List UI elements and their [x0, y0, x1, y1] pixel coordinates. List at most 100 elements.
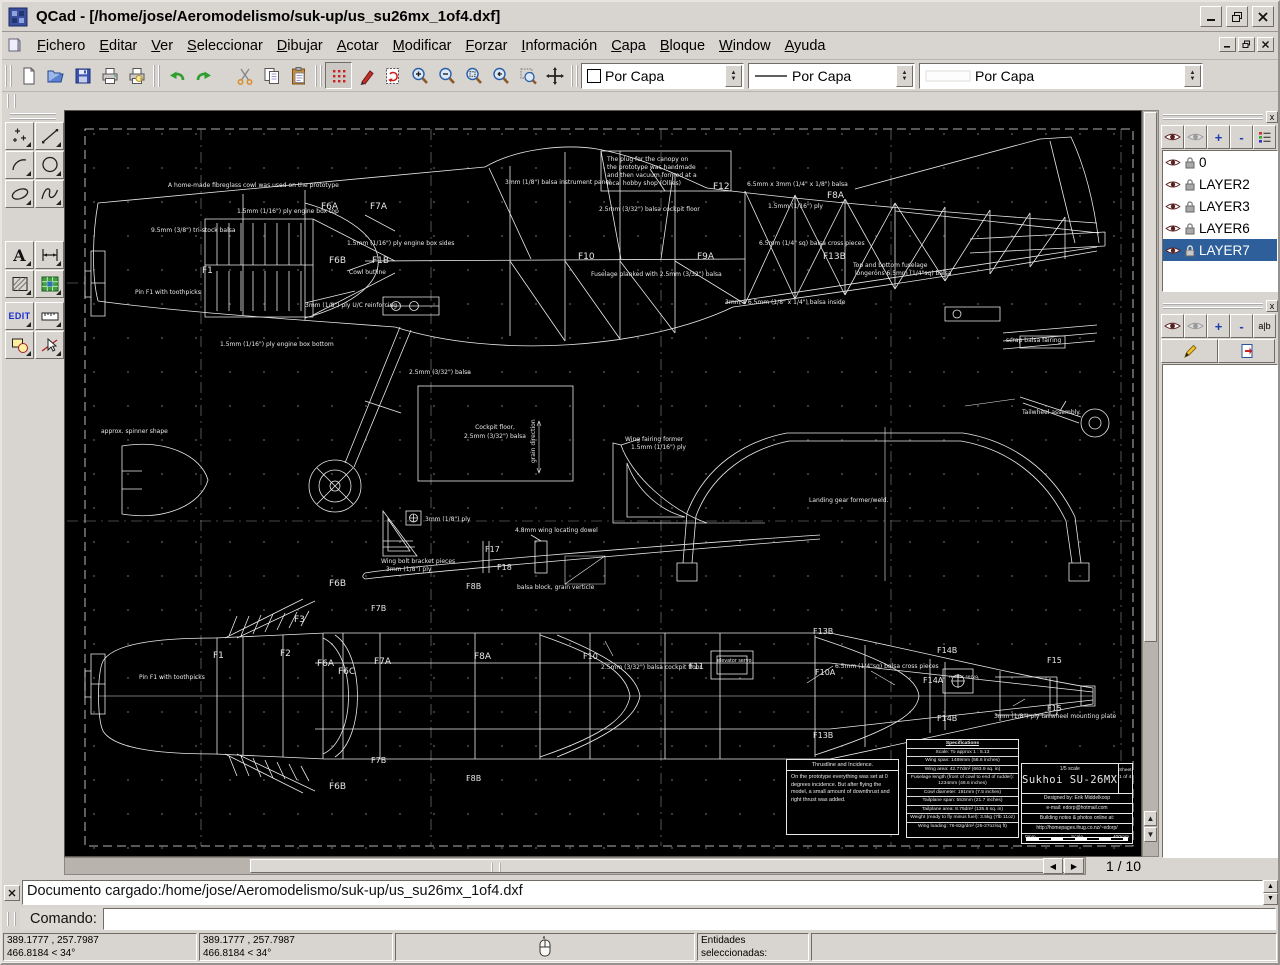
block-tool-button[interactable] [5, 331, 34, 359]
vertical-scrollbar-thumb[interactable] [1144, 112, 1157, 642]
menu-item-dibujar[interactable]: Dibujar [270, 35, 330, 57]
spline-tool-button[interactable] [35, 180, 64, 208]
linetype-combo[interactable]: Por Capa ▲▼ [748, 63, 915, 89]
mdi-minimize-button[interactable] [1219, 37, 1236, 52]
zoom-auto-button[interactable] [460, 62, 487, 89]
menu-item-acotar[interactable]: Acotar [330, 35, 386, 57]
menu-item-window[interactable]: Window [712, 35, 778, 57]
save-button[interactable] [69, 62, 96, 89]
lock-icon[interactable] [1184, 178, 1196, 191]
ellipse-tool-button[interactable] [5, 180, 34, 208]
point-tool-button[interactable] [5, 122, 34, 150]
menu-item-capa[interactable]: Capa [604, 35, 653, 57]
zoom-previous-button[interactable] [487, 62, 514, 89]
toolbar-grip[interactable] [5, 65, 12, 87]
scroll-down-button[interactable]: ▼ [1144, 827, 1157, 842]
show-all-blocks-button[interactable] [1161, 314, 1184, 338]
linetype-combo-spin[interactable]: ▲▼ [896, 65, 913, 87]
command-input[interactable] [103, 908, 1276, 930]
toolbar-grip[interactable] [571, 65, 578, 87]
menu-item-bloque[interactable]: Bloque [653, 35, 712, 57]
grid-toggle-button[interactable] [325, 62, 352, 89]
redraw-button[interactable] [379, 62, 406, 89]
pan-button[interactable] [541, 62, 568, 89]
rename-block-button[interactable]: a|b [1253, 314, 1276, 338]
layer-row-layer6[interactable]: LAYER6 [1163, 217, 1277, 239]
eye-icon[interactable] [1165, 157, 1181, 168]
select-tool-button[interactable] [35, 331, 64, 359]
lock-icon[interactable] [1184, 244, 1196, 257]
scroll-right-button[interactable]: ▶ [1064, 858, 1084, 874]
linewidth-combo[interactable]: Por Capa ▲▼ [919, 63, 1203, 89]
scroll-up-button[interactable]: ▲ [1144, 811, 1157, 826]
menu-item-modificar[interactable]: Modificar [386, 35, 459, 57]
open-file-button[interactable] [42, 62, 69, 89]
message-log[interactable]: Documento cargado:/home/jose/Aeromodelis… [22, 880, 1263, 905]
hide-all-blocks-button[interactable] [1184, 314, 1207, 338]
line-tool-button[interactable] [35, 122, 64, 150]
block-panel-header[interactable]: x [1161, 300, 1279, 313]
horizontal-scrollbar[interactable] [64, 857, 1086, 875]
add-block-button[interactable]: + [1207, 314, 1230, 338]
mdi-close-button[interactable] [1257, 37, 1274, 52]
menu-item-forzar[interactable]: Forzar [459, 35, 515, 57]
remove-layer-button[interactable]: - [1230, 125, 1253, 149]
layer-list-button[interactable] [1253, 125, 1276, 149]
zoom-window-button[interactable] [514, 62, 541, 89]
toolbar-grip[interactable] [153, 65, 160, 87]
block-list[interactable] [1162, 364, 1278, 858]
toolbar-grip[interactable] [315, 65, 322, 87]
menu-item-ayuda[interactable]: Ayuda [778, 35, 833, 57]
lock-icon[interactable] [1184, 156, 1196, 169]
message-scroll-up-button[interactable]: ▲ [1263, 880, 1278, 893]
show-all-layers-button[interactable] [1161, 125, 1184, 149]
text-tool-button[interactable]: A [5, 241, 34, 269]
menu-item-fichero[interactable]: Fichero [30, 35, 92, 57]
circle-tool-button[interactable] [35, 151, 64, 179]
layer-row-0[interactable]: 0 [1163, 151, 1277, 173]
cut-button[interactable] [231, 62, 258, 89]
eye-icon[interactable] [1165, 201, 1181, 212]
print-preview-button[interactable] [123, 62, 150, 89]
add-layer-button[interactable]: + [1207, 125, 1230, 149]
dimension-tool-button[interactable] [35, 241, 64, 269]
menu-item-editar[interactable]: Editar [92, 35, 144, 57]
undo-button[interactable] [163, 62, 190, 89]
mdi-restore-button[interactable] [1238, 37, 1255, 52]
menu-item-seleccionar[interactable]: Seleccionar [180, 35, 270, 57]
color-combo-spin[interactable]: ▲▼ [725, 65, 742, 87]
layer-row-layer7-selected[interactable]: LAYER7 [1163, 239, 1277, 261]
layer-row-layer2[interactable]: LAYER2 [1163, 173, 1277, 195]
print-button[interactable] [96, 62, 123, 89]
copy-button[interactable] [258, 62, 285, 89]
left-dock-grip[interactable] [10, 113, 56, 120]
eye-icon[interactable] [1165, 245, 1181, 256]
measure-tool-button[interactable] [35, 302, 64, 330]
hatch-tool-button[interactable] [5, 270, 34, 298]
close-button[interactable] [1252, 6, 1274, 27]
image-tool-button[interactable] [35, 270, 64, 298]
lock-icon[interactable] [1184, 200, 1196, 213]
linewidth-combo-spin[interactable]: ▲▼ [1184, 65, 1201, 87]
lock-icon[interactable] [1184, 222, 1196, 235]
edit-block-button[interactable] [1161, 339, 1218, 363]
scroll-left-button[interactable]: ◀ [1043, 858, 1063, 874]
new-file-button[interactable] [15, 62, 42, 89]
vertical-scrollbar[interactable]: ▲ ▼ [1142, 110, 1159, 857]
dock-handle[interactable] [7, 94, 16, 108]
hide-all-layers-button[interactable] [1184, 125, 1207, 149]
drawing-canvas[interactable]: A home-made fibreglass cowl was used on … [64, 110, 1142, 857]
block-panel-close-button[interactable]: x [1266, 300, 1278, 312]
zoom-out-button[interactable] [433, 62, 460, 89]
minimize-button[interactable] [1200, 6, 1222, 27]
arc-tool-button[interactable] [5, 151, 34, 179]
command-handle[interactable] [7, 912, 16, 926]
paste-button[interactable] [285, 62, 312, 89]
color-combo[interactable]: Por Capa ▲▼ [581, 63, 744, 89]
remove-block-button[interactable]: - [1230, 314, 1253, 338]
redo-button[interactable] [190, 62, 217, 89]
layer-panel-close-button[interactable]: x [1266, 111, 1278, 123]
horizontal-scrollbar-thumb[interactable] [250, 859, 1083, 873]
message-scroll-down-button[interactable]: ▼ [1263, 893, 1278, 906]
layer-panel-header[interactable]: x [1161, 111, 1279, 124]
